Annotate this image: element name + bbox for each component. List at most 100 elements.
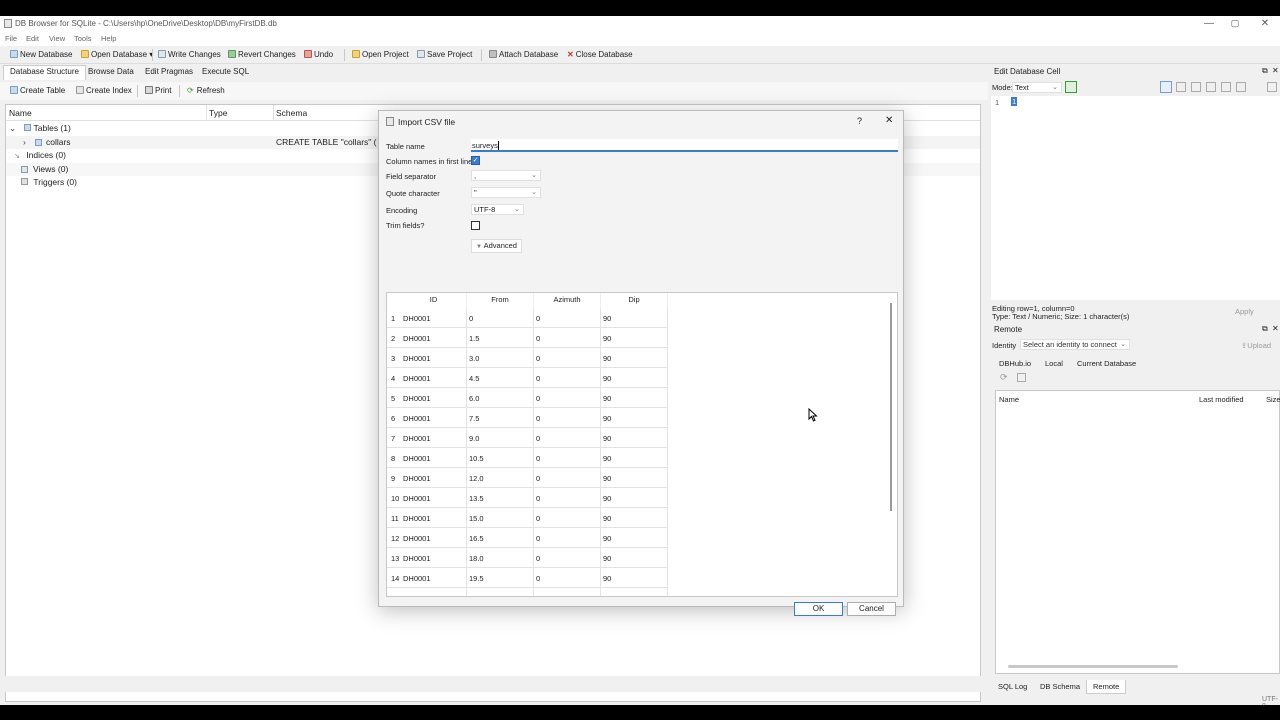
preview-row[interactable]: 9 DH0001 12.0 0 90 <box>387 468 669 488</box>
preview-cell[interactable]: 90 <box>601 328 668 348</box>
menu-help[interactable]: Help <box>101 34 116 43</box>
preview-row[interactable]: 15 DH0001 21.0 0 90 <box>387 588 669 596</box>
close-panel-icon[interactable]: ✕ <box>1272 66 1279 75</box>
preview-cell[interactable]: 0 <box>534 428 601 448</box>
float-panel-icon[interactable]: ⧉ <box>1262 66 1268 76</box>
preview-cell[interactable]: 90 <box>601 308 668 328</box>
preview-cell[interactable]: 19.5 <box>467 568 534 588</box>
menu-file[interactable]: File <box>5 34 17 43</box>
tree-item-indices[interactable]: ↘ Indices (0) <box>14 150 66 160</box>
preview-cell[interactable]: 90 <box>601 388 668 408</box>
preview-cell[interactable]: 12.0 <box>467 468 534 488</box>
tree-item-tables[interactable]: ⌄ Tables (1) <box>9 123 71 134</box>
preview-cell[interactable]: DH0001 <box>401 408 467 428</box>
preview-row[interactable]: 12 DH0001 16.5 0 90 <box>387 528 669 548</box>
open-project-button[interactable]: Open Project <box>352 50 409 59</box>
column-names-checkbox[interactable]: ✓ <box>471 156 480 165</box>
preview-cell[interactable]: 4.5 <box>467 368 534 388</box>
open-database-button[interactable]: Open Database ▾ <box>81 50 153 59</box>
preview-cell[interactable]: 0 <box>534 408 601 428</box>
tab-browse-data[interactable]: Browse Data <box>88 67 134 76</box>
preview-row[interactable]: 14 DH0001 19.5 0 90 <box>387 568 669 588</box>
cell-editor[interactable]: 1 1 <box>991 96 1280 300</box>
preview-cell[interactable]: 18.0 <box>467 548 534 568</box>
preview-cell[interactable]: 0 <box>534 548 601 568</box>
preview-cell[interactable]: 21.0 <box>467 588 534 596</box>
csv-preview-table[interactable]: ID From Azimuth Dip 1 DH0001 0 0 90 2 DH0001 1.… <box>386 292 898 597</box>
preview-cell[interactable]: 16.5 <box>467 528 534 548</box>
apply-button[interactable]: Apply <box>1235 307 1254 316</box>
tab-database-structure[interactable]: Database Structure <box>3 65 86 80</box>
new-database-button[interactable]: New Database <box>10 50 72 59</box>
preview-cell[interactable]: 0 <box>534 468 601 488</box>
preview-cell[interactable]: 90 <box>601 588 668 596</box>
preview-cell[interactable]: DH0001 <box>401 528 467 548</box>
preview-cell[interactable]: DH0001 <box>401 388 467 408</box>
tab-db-schema[interactable]: DB Schema <box>1040 682 1080 691</box>
preview-cell[interactable]: 90 <box>601 548 668 568</box>
menu-tools[interactable]: Tools <box>74 34 92 43</box>
preview-cell[interactable]: 0 <box>534 308 601 328</box>
close-window-button[interactable]: ✕ <box>1250 17 1280 30</box>
preview-cell[interactable]: 0 <box>534 448 601 468</box>
preview-cell[interactable]: 90 <box>601 568 668 588</box>
maximize-button[interactable]: ▢ <box>1220 17 1250 30</box>
preview-row[interactable]: 5 DH0001 6.0 0 90 <box>387 388 669 408</box>
preview-cell[interactable]: 0 <box>534 508 601 528</box>
column-header-dip[interactable]: Dip <box>601 293 668 309</box>
menu-edit[interactable]: Edit <box>26 34 39 43</box>
preview-row[interactable]: 1 DH0001 0 0 90 <box>387 308 669 328</box>
identity-select[interactable]: Select an identity to connect ⌄ <box>1020 339 1130 350</box>
preview-cell[interactable]: 90 <box>601 468 668 488</box>
preview-cell[interactable]: 90 <box>601 508 668 528</box>
set-null-icon[interactable] <box>1221 82 1231 92</box>
remote-file-list[interactable]: Name Last modified Size <box>995 390 1280 674</box>
help-button[interactable]: ? <box>857 116 862 126</box>
float-panel-icon[interactable]: ⧉ <box>1262 324 1268 334</box>
preview-cell[interactable]: 10.5 <box>467 448 534 468</box>
preview-cell[interactable]: DH0001 <box>401 488 467 508</box>
print-button[interactable]: Print <box>145 86 171 95</box>
column-header-type[interactable]: Type <box>209 108 227 118</box>
revert-changes-button[interactable]: Revert Changes <box>228 50 296 59</box>
preview-cell[interactable]: DH0001 <box>401 368 467 388</box>
trim-fields-checkbox[interactable] <box>471 221 480 230</box>
preview-cell[interactable]: 90 <box>601 408 668 428</box>
preview-cell[interactable]: DH0001 <box>401 568 467 588</box>
column-header-name[interactable]: Name <box>999 395 1019 404</box>
clone-icon[interactable] <box>1017 373 1026 382</box>
preview-cell[interactable]: DH0001 <box>401 588 467 596</box>
quote-character-select[interactable]: " ⌄ <box>471 187 541 198</box>
write-changes-button[interactable]: Write Changes <box>158 50 221 59</box>
tree-item-triggers[interactable]: Triggers (0) <box>21 177 77 187</box>
preview-cell[interactable]: 0 <box>534 528 601 548</box>
advanced-button[interactable]: ▼ Advanced <box>471 239 522 253</box>
preview-cell[interactable]: DH0001 <box>401 448 467 468</box>
tab-edit-pragmas[interactable]: Edit Pragmas <box>145 67 193 76</box>
save-cell-icon[interactable] <box>1236 82 1246 92</box>
preview-cell[interactable]: 90 <box>601 428 668 448</box>
column-header-from[interactable]: From <box>467 293 534 309</box>
preview-cell[interactable]: 90 <box>601 368 668 388</box>
preview-cell[interactable]: 0 <box>534 388 601 408</box>
preview-cell[interactable]: 0 <box>534 588 601 596</box>
column-header-azimuth[interactable]: Azimuth <box>534 293 601 309</box>
preview-cell[interactable]: 0 <box>534 348 601 368</box>
mode-select[interactable]: Text ⌄ <box>1012 82 1062 93</box>
table-name-input[interactable]: surveys <box>471 139 898 152</box>
preview-row[interactable]: 8 DH0001 10.5 0 90 <box>387 448 669 468</box>
preview-cell[interactable]: 0 <box>534 328 601 348</box>
preview-row[interactable]: 4 DH0001 4.5 0 90 <box>387 368 669 388</box>
column-header-size[interactable]: Size <box>1266 395 1280 404</box>
undo-button[interactable]: Undo <box>304 50 333 59</box>
create-index-button[interactable]: Create Index <box>76 86 132 95</box>
preview-row[interactable]: 11 DH0001 15.0 0 90 <box>387 508 669 528</box>
auto-format-icon[interactable] <box>1065 81 1077 93</box>
preview-cell[interactable]: DH0001 <box>401 468 467 488</box>
upload-button[interactable]: ⇪Upload <box>1241 341 1271 350</box>
close-database-button[interactable]: ✕ Close Database <box>567 50 633 59</box>
field-separator-select[interactable]: , ⌄ <box>471 170 541 181</box>
preview-cell[interactable]: DH0001 <box>401 508 467 528</box>
close-panel-icon[interactable]: ✕ <box>1272 324 1279 333</box>
tab-current-database[interactable]: Current Database <box>1077 359 1136 368</box>
